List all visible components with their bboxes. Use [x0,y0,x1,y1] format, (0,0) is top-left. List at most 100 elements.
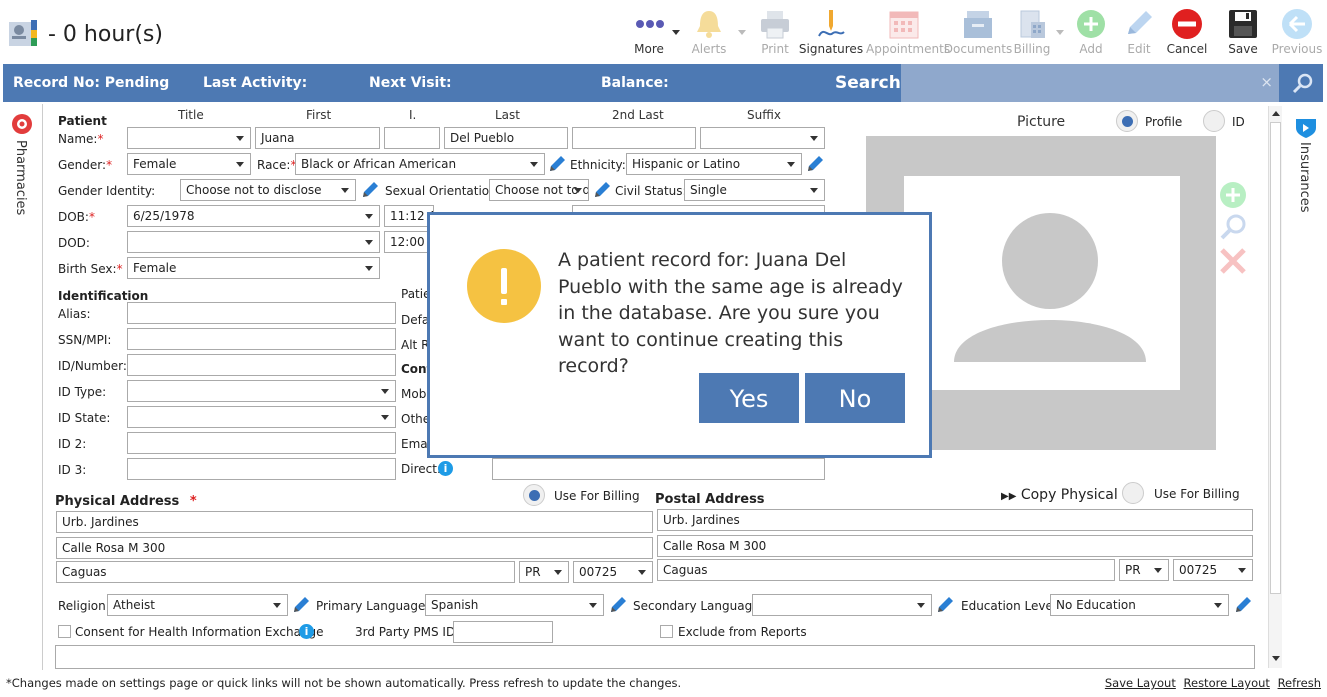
restore-layout-link[interactable]: Restore Layout [1184,676,1270,690]
title-select[interactable] [127,127,251,149]
alerts-button[interactable]: Alerts [681,4,737,60]
consent-info-icon[interactable]: i [299,624,314,639]
id3-input[interactable] [127,458,396,480]
direct-info-icon[interactable]: i [438,461,453,476]
copy-physical-button[interactable]: ▶▶ Copy Physical [1001,487,1118,503]
religion-select[interactable]: Atheist [107,594,288,616]
dod-date-picker[interactable] [127,231,380,253]
profile-radio[interactable] [1116,110,1138,132]
scroll-thumb[interactable] [1270,122,1281,594]
mobile-label: Mob [401,387,427,401]
back-arrow-icon [1282,9,1312,39]
physical-city-input[interactable]: Caguas [56,561,515,583]
scroll-down-icon[interactable] [1272,656,1280,661]
billing-button[interactable]: Billing [1004,4,1060,60]
ssn-input[interactable] [127,328,396,350]
dob-label: DOB:* [58,210,95,224]
secondary-language-select[interactable] [752,594,932,616]
primary-language-select[interactable]: Spanish [425,594,604,616]
postal-line2-input[interactable]: Calle Rosa M 300 [657,535,1253,557]
last-name-input[interactable]: Del Pueblo [444,127,568,149]
patient-avatar-icon [7,18,39,48]
ethnicity-edit-icon[interactable] [806,155,824,173]
dob-date-picker[interactable]: 6/25/1978 [127,205,380,227]
id-type-select[interactable] [127,380,396,402]
id-number-input[interactable] [127,354,396,376]
race-select[interactable]: Black or African American [295,153,545,175]
primary-language-label: Primary Language:* [316,599,435,613]
gender-identity-edit-icon[interactable] [361,181,379,199]
education-level-select[interactable]: No Education [1050,594,1229,616]
civil-status-select[interactable]: Single [684,179,825,201]
signatures-button[interactable]: Signatures [799,4,863,60]
col-title: Title [178,108,204,122]
yes-button[interactable]: Yes [699,373,799,423]
id2-label: ID 2: [58,437,87,451]
education-level-edit-icon[interactable] [1234,596,1252,614]
zoom-picture-icon[interactable] [1218,212,1248,242]
delete-picture-icon[interactable] [1218,246,1248,276]
physical-line2-input[interactable]: Calle Rosa M 300 [56,537,653,559]
search-input[interactable]: × [901,64,1279,102]
appointments-button[interactable]: Appointments [866,4,950,60]
secondary-language-edit-icon[interactable] [936,596,954,614]
religion-edit-icon[interactable] [292,596,310,614]
id-radio[interactable] [1203,110,1225,132]
direct-input[interactable] [492,458,825,480]
notes-textarea[interactable] [55,645,1255,669]
physical-use-billing-radio[interactable] [523,484,545,506]
ethnicity-select[interactable]: Hispanic or Latino [626,153,802,175]
postal-use-billing-radio[interactable] [1122,482,1144,504]
insurances-tab[interactable]: Insurances [1292,114,1320,224]
identification-section-title: Identification [58,289,149,303]
postal-use-billing-label: Use For Billing [1154,487,1240,501]
person-placeholder-icon [954,213,1146,362]
gender-select[interactable]: Female [127,153,251,175]
physical-line1-input[interactable]: Urb. Jardines [56,511,653,533]
id-state-label: ID State: [58,411,111,425]
postal-zip-select[interactable]: 00725 [1173,559,1253,581]
profile-label: Profile [1145,115,1183,129]
third-party-label: 3rd Party PMS ID: [355,625,460,639]
second-last-input[interactable] [572,127,696,149]
alias-input[interactable] [127,302,396,324]
sexual-orientation-edit-icon[interactable] [593,181,611,199]
postal-state-select[interactable]: PR [1119,559,1169,581]
birth-sex-select[interactable]: Female [127,257,380,279]
id2-input[interactable] [127,432,396,454]
refresh-link[interactable]: Refresh [1278,676,1321,690]
add-picture-icon[interactable] [1218,180,1248,210]
third-party-input[interactable] [453,621,553,643]
religion-label: Religion: [58,599,110,613]
alerts-dropdown-icon[interactable] [738,30,746,35]
initial-input[interactable] [384,127,440,149]
scroll-up-icon[interactable] [1272,111,1280,116]
page-title: - 0 hour(s) [48,22,163,47]
physical-zip-select[interactable]: 00725 [573,561,653,583]
search-clear-icon[interactable]: × [1260,73,1273,91]
more-dropdown-icon[interactable] [672,30,680,35]
gender-identity-select[interactable]: Choose not to disclose [180,179,356,201]
col-initial: I. [409,108,417,122]
sexual-orientation-select[interactable]: Choose not to d [489,179,589,201]
first-name-input[interactable]: Juana [255,127,380,149]
search-button[interactable] [1281,64,1323,102]
more-button[interactable]: More [621,4,677,60]
suffix-select[interactable] [700,127,825,149]
postal-city-input[interactable]: Caguas [657,559,1115,581]
vertical-scrollbar[interactable] [1268,106,1282,668]
previous-button[interactable]: Previous [1269,4,1325,60]
other-label: Othe [401,412,431,426]
postal-line1-input[interactable]: Urb. Jardines [657,509,1253,531]
id-state-select[interactable] [127,406,396,428]
duplicate-record-dialog: A patient record for: Juana Del Pueblo w… [427,212,932,458]
id-type-label: ID Type: [58,385,107,399]
physical-state-select[interactable]: PR [519,561,569,583]
consent-checkbox[interactable] [58,625,71,638]
exclude-reports-checkbox[interactable] [660,625,673,638]
no-button[interactable]: No [805,373,905,423]
primary-language-edit-icon[interactable] [609,596,627,614]
race-edit-icon[interactable] [548,155,566,173]
pharmacies-tab[interactable]: Pharmacies [8,112,36,222]
save-layout-link[interactable]: Save Layout [1105,676,1176,690]
